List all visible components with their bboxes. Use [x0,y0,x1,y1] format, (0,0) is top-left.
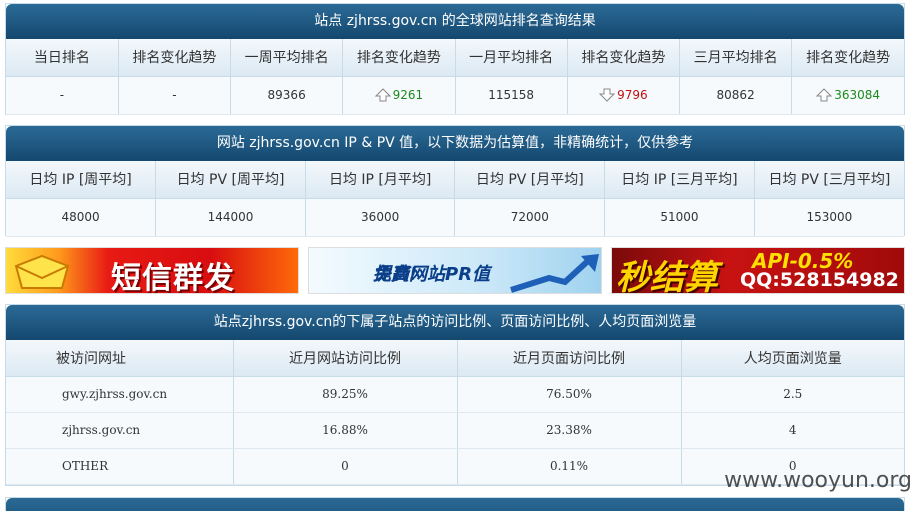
rank-trend-value: 9796 [617,88,648,102]
traffic-cell: 51000 [604,198,755,237]
sms-ad-banner[interactable]: 短信群发 [5,247,299,294]
rank-cell: 89366 [230,76,344,115]
rank-cell: - [6,76,119,115]
rank-header: 排名变化趋势 [791,39,904,77]
next-panel-title [6,498,904,511]
down-arrow-icon [599,88,616,102]
traffic-header: 日均 PV [月平均] [454,161,606,199]
traffic-panel-title: 网站 zjhrss.gov.cn IP & PV 值，以下数据为估算值，非精确统… [6,126,904,161]
sms-ad-text: 短信群发 [111,261,235,294]
rank-table: 当日排名 排名变化趋势 一周平均排名 排名变化趋势 一月平均排名 排名变化趋势 … [6,39,904,115]
subdomain-panel: 站点zjhrss.gov.cn的下属子站点的访问比例、页面访问比例、人均页面浏览… [5,304,905,486]
pr-ad-banner[interactable]: 免费! 提高网站PR值 [308,247,602,294]
watermark: www.wooyun.org [724,468,912,493]
subdomain-header: 近月页面访问比例 [457,340,682,377]
traffic-header: 日均 IP [周平均] [6,161,157,199]
subdomain-cell: 89.25% [233,376,458,413]
rank-cell: 80862 [679,76,793,115]
rank-header: 排名变化趋势 [118,39,232,77]
rank-trend-cell: 9796 [567,76,681,115]
rank-panel: 站点 zjhrss.gov.cn 的全球网站排名查询结果 当日排名 排名变化趋势… [5,3,905,115]
pr-ad-text: 提高网站PR值 [373,264,491,285]
traffic-cell: 36000 [305,198,456,237]
subdomain-cell: 2.5 [681,376,904,413]
rank-header: 排名变化趋势 [567,39,681,77]
next-panel [5,497,905,511]
rank-header: 三月平均排名 [679,39,793,77]
subdomain-cell: 4 [681,412,904,449]
settle-ad-qq: QQ:528154982 [740,269,899,291]
subdomain-panel-title: 站点zjhrss.gov.cn的下属子站点的访问比例、页面访问比例、人均页面浏览… [6,305,904,340]
subdomain-header: 近月网站访问比例 [233,340,458,377]
traffic-header: 日均 IP [三月平均] [604,161,755,199]
traffic-cell: 153000 [754,198,904,237]
rank-header: 排名变化趋势 [342,39,456,77]
rank-trend-cell: 363084 [791,76,904,115]
table-row: zjhrss.gov.cn 16.88% 23.38% 4 [6,412,904,449]
rank-trend-value: 363084 [834,88,881,102]
traffic-header: 日均 PV [周平均] [155,161,306,199]
subdomain-cell: 23.38% [457,412,682,449]
traffic-panel: 网站 zjhrss.gov.cn IP & PV 值，以下数据为估算值，非精确统… [5,125,905,237]
subdomain-cell: 0 [233,448,458,485]
rank-header: 一周平均排名 [230,39,344,77]
subdomain-url[interactable]: gwy.zjhrss.gov.cn [6,376,234,413]
traffic-cell: 48000 [6,198,157,237]
rising-arrow-icon [510,254,599,293]
subdomain-url[interactable]: zjhrss.gov.cn [6,412,234,449]
traffic-header: 日均 IP [月平均] [305,161,456,199]
subdomain-cell: 16.88% [233,412,458,449]
subdomain-header-row: 被访问网址 近月网站访问比例 近月页面访问比例 人均页面浏览量 [6,340,904,377]
rank-header-row: 当日排名 排名变化趋势 一周平均排名 排名变化趋势 一月平均排名 排名变化趋势 … [6,39,904,77]
rank-cell: - [118,76,232,115]
traffic-header: 日均 PV [三月平均] [754,161,904,199]
settle-ad-banner[interactable]: 秒结算 API-0.5% QQ:528154982 [611,247,905,294]
traffic-table: 日均 IP [周平均] 日均 PV [周平均] 日均 IP [月平均] 日均 P… [6,161,904,237]
traffic-cell: 72000 [454,198,606,237]
subdomain-cell: 0.11% [457,448,682,485]
rank-trend-cell: 9261 [342,76,456,115]
traffic-data-row: 48000 144000 36000 72000 51000 153000 [6,198,904,237]
subdomain-cell: 76.50% [457,376,682,413]
rank-cell: 115158 [455,76,568,115]
subdomain-header: 被访问网址 [6,340,234,377]
table-row: gwy.zjhrss.gov.cn 89.25% 76.50% 2.5 [6,376,904,413]
settle-ad-text: 秒结算 [616,258,718,294]
traffic-header-row: 日均 IP [周平均] 日均 PV [周平均] 日均 IP [月平均] 日均 P… [6,161,904,199]
rank-panel-title: 站点 zjhrss.gov.cn 的全球网站排名查询结果 [6,4,904,39]
envelope-icon [14,254,70,289]
traffic-cell: 144000 [155,198,306,237]
subdomain-table: 被访问网址 近月网站访问比例 近月页面访问比例 人均页面浏览量 gwy.zjhr… [6,340,904,485]
subdomain-url: OTHER [6,448,234,485]
rank-header: 一月平均排名 [455,39,568,77]
subdomain-header: 人均页面浏览量 [681,340,904,377]
rank-header: 当日排名 [6,39,119,77]
rank-trend-value: 9261 [392,88,424,102]
up-arrow-icon [816,88,833,102]
rank-data-row: - - 89366 9261 115158 9796 80862 363084 [6,76,904,115]
up-arrow-icon [374,88,391,102]
